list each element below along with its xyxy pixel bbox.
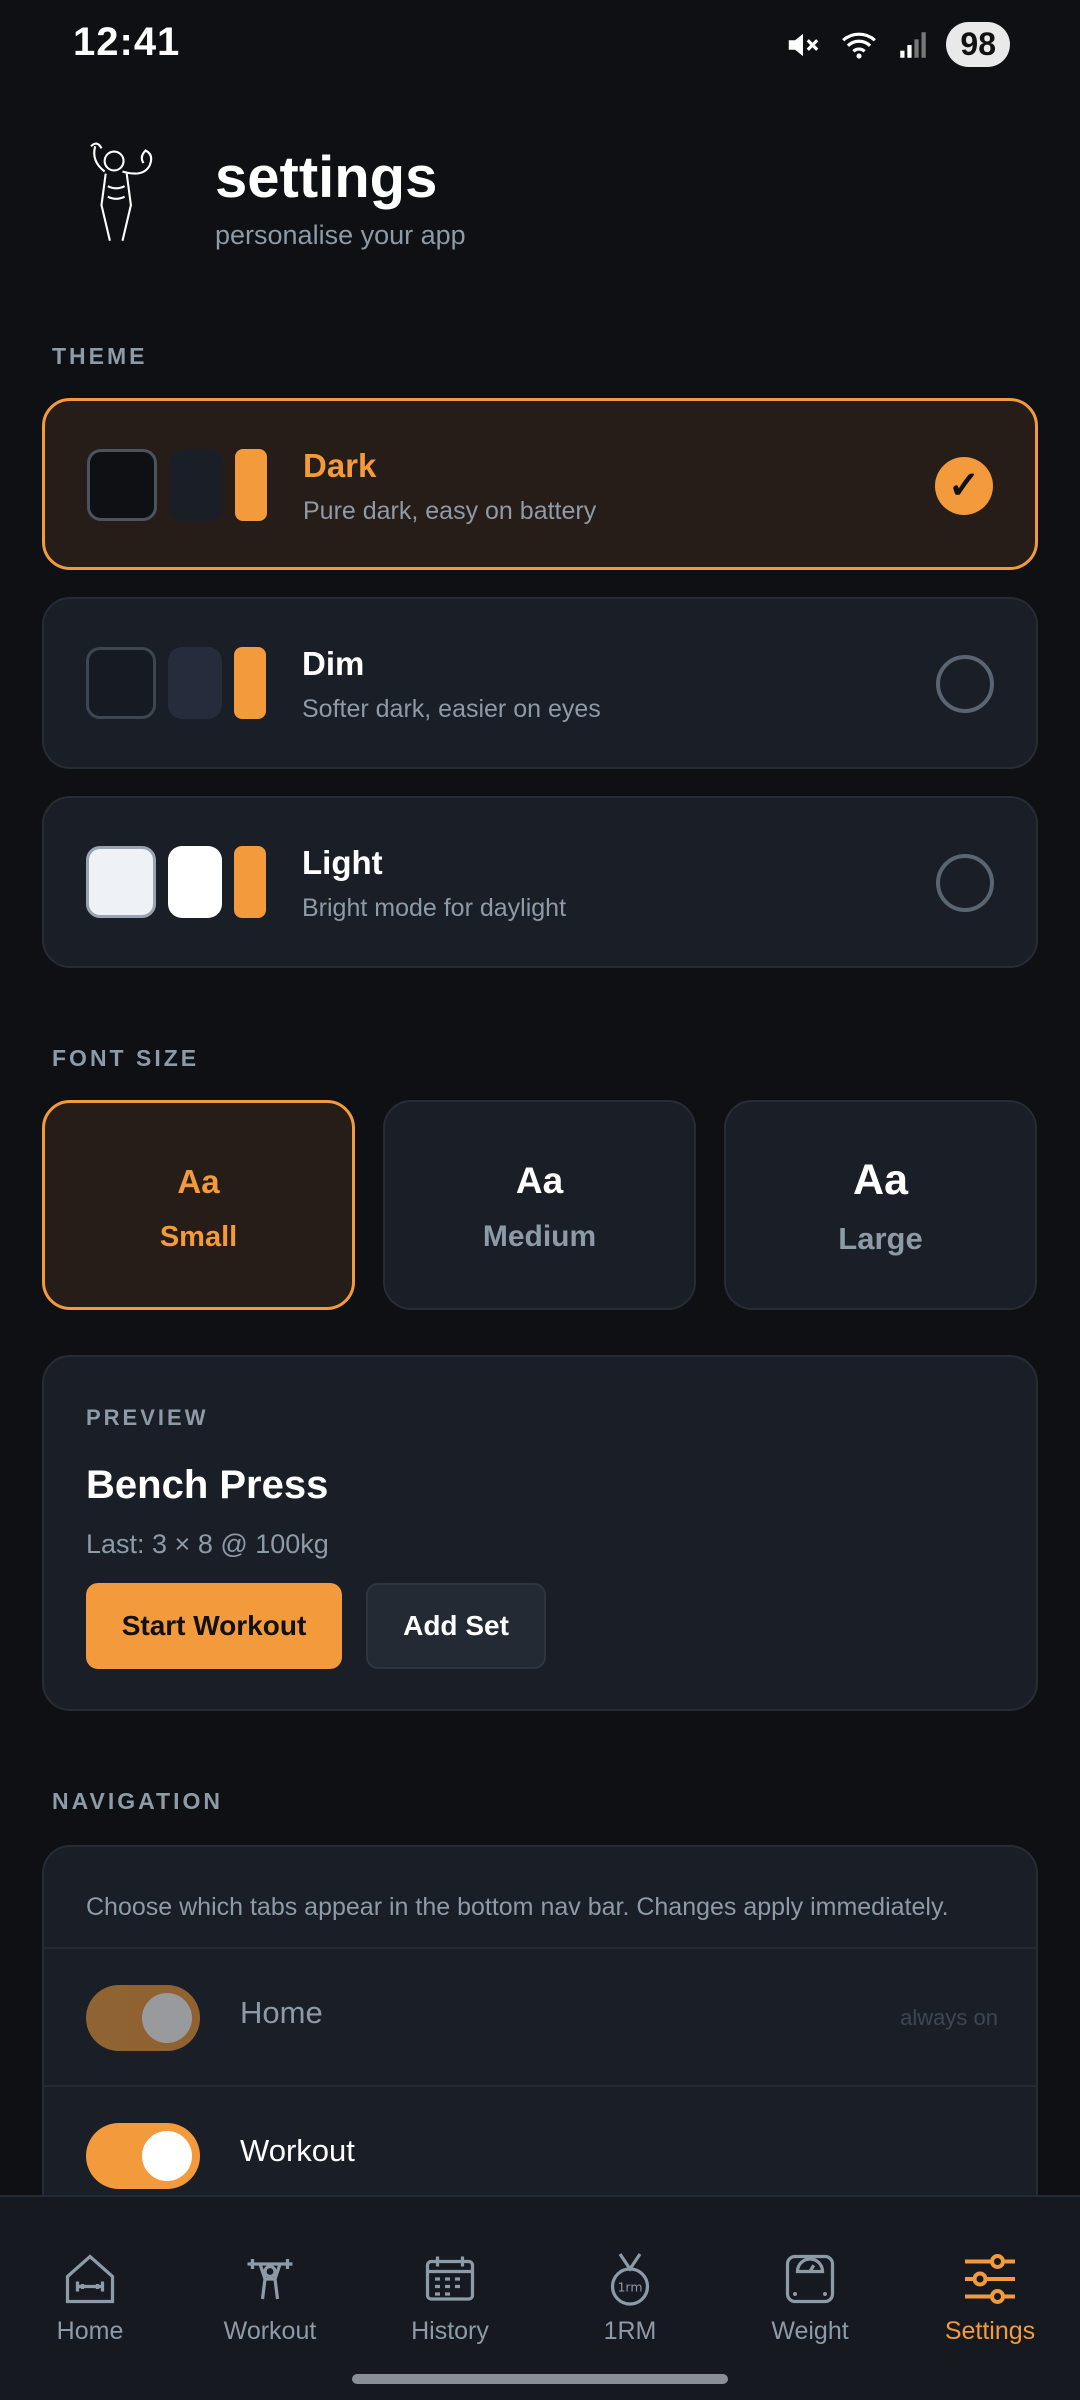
toggle-knob	[142, 1993, 192, 2043]
status-icons: 98	[784, 22, 1010, 67]
workout-toggle[interactable]	[86, 2123, 200, 2189]
sliders-icon	[965, 2253, 1015, 2304]
tab-workout[interactable]: Workout	[180, 2197, 360, 2357]
swatch-card	[168, 647, 222, 719]
font-sample: Aa	[515, 1160, 564, 1201]
svg-text:1rm: 1rm	[617, 2280, 642, 2295]
mute-icon	[789, 33, 819, 56]
swatch-card	[169, 449, 223, 521]
font-size-medium[interactable]: Aa Medium	[383, 1100, 696, 1310]
flexing-man-icon	[90, 142, 153, 242]
start-workout-button[interactable]: Start Workout	[86, 1583, 342, 1669]
status-time: 12:41	[73, 20, 181, 64]
check-icon: ✓	[935, 457, 993, 515]
font-size-small[interactable]: Aa Small	[42, 1100, 355, 1310]
preview-card: PREVIEW Bench Press Last: 3 × 8 @ 100kg …	[42, 1355, 1038, 1711]
house-dumbbell-icon	[65, 2254, 115, 2304]
home-indicator[interactable]	[352, 2374, 728, 2384]
nav-item-name: Workout	[240, 2133, 355, 2168]
swatch-bg	[87, 449, 157, 521]
theme-section-label: THEME	[52, 343, 148, 369]
battery-indicator: 98	[946, 22, 1010, 67]
swatch-accent	[235, 449, 267, 521]
medal-icon: 1rm	[610, 2253, 650, 2306]
theme-description: Bright mode for daylight	[302, 894, 567, 922]
nav-item-name: Home	[240, 1995, 323, 2030]
tab-label: 1RM	[603, 2317, 657, 2345]
preview-label: PREVIEW	[86, 1405, 209, 1430]
theme-swatches	[86, 647, 266, 719]
font-size-section-label: FONT SIZE	[52, 1045, 200, 1071]
page-header: settings personalise your app	[70, 140, 970, 260]
swatch-accent	[234, 846, 266, 918]
tab-1rm[interactable]: 1rm 1RM	[540, 2197, 720, 2357]
theme-name: Dark	[303, 447, 377, 484]
bottom-nav-bar: Home Workout History 1rm 1RM Weight Sett…	[0, 2195, 1080, 2400]
theme-swatches	[86, 846, 266, 918]
home-toggle[interactable]	[86, 1985, 200, 2051]
signal-icon	[900, 31, 927, 58]
radio-button[interactable]	[936, 655, 994, 713]
toggle-knob	[142, 2131, 192, 2181]
preview-exercise: Bench Press	[86, 1463, 329, 1507]
page-title: settings	[215, 145, 438, 210]
font-size-label: Large	[838, 1221, 923, 1256]
navigation-card: Choose which tabs appear in the bottom n…	[42, 1845, 1038, 2195]
add-set-button[interactable]: Add Set	[366, 1583, 546, 1669]
navigation-description: Choose which tabs appear in the bottom n…	[86, 1893, 949, 1921]
wifi-icon	[842, 32, 877, 59]
theme-name: Dim	[302, 645, 365, 682]
swatch-bg	[86, 846, 156, 918]
font-sample: Aa	[853, 1156, 908, 1204]
barbell-person-icon	[247, 2259, 293, 2300]
calendar-icon	[425, 2256, 475, 2301]
theme-option-dim[interactable]: Dim Softer dark, easier on eyes	[42, 597, 1038, 769]
theme-description: Softer dark, easier on eyes	[302, 695, 601, 723]
tab-weight[interactable]: Weight	[720, 2197, 900, 2357]
nav-toggle-row-workout: Workout	[44, 2085, 1036, 2195]
radio-button[interactable]	[936, 854, 994, 912]
tab-label: Home	[56, 2317, 124, 2345]
tab-label: Settings	[944, 2317, 1036, 2345]
font-size-large[interactable]: Aa Large	[724, 1100, 1037, 1310]
page-subtitle: personalise your app	[215, 220, 466, 250]
always-on-note: always on	[900, 2005, 998, 2030]
swatch-accent	[234, 647, 266, 719]
font-sample: Aa	[177, 1163, 220, 1200]
swatch-card	[168, 846, 222, 918]
font-size-label: Medium	[482, 1220, 597, 1253]
theme-description: Pure dark, easy on battery	[303, 497, 597, 525]
tab-label: Workout	[223, 2317, 317, 2345]
status-bar: 12:41 98	[0, 0, 1080, 90]
font-size-label: Small	[159, 1221, 238, 1253]
scale-icon	[785, 2254, 835, 2304]
theme-option-light[interactable]: Light Bright mode for daylight	[42, 796, 1038, 968]
nav-toggle-row-home: Home always on	[44, 1947, 1036, 2085]
tab-settings[interactable]: Settings	[900, 2197, 1080, 2357]
tab-history[interactable]: History	[360, 2197, 540, 2357]
theme-swatches	[87, 449, 267, 521]
tab-home[interactable]: Home	[0, 2197, 180, 2357]
preview-last-set: Last: 3 × 8 @ 100kg	[86, 1529, 329, 1559]
tab-label: Weight	[771, 2317, 849, 2345]
theme-option-dark[interactable]: Dark Pure dark, easy on battery ✓	[42, 398, 1038, 570]
tab-label: History	[411, 2317, 489, 2345]
navigation-section-label: NAVIGATION	[52, 1788, 223, 1814]
theme-name: Light	[302, 844, 383, 881]
swatch-bg	[86, 647, 156, 719]
